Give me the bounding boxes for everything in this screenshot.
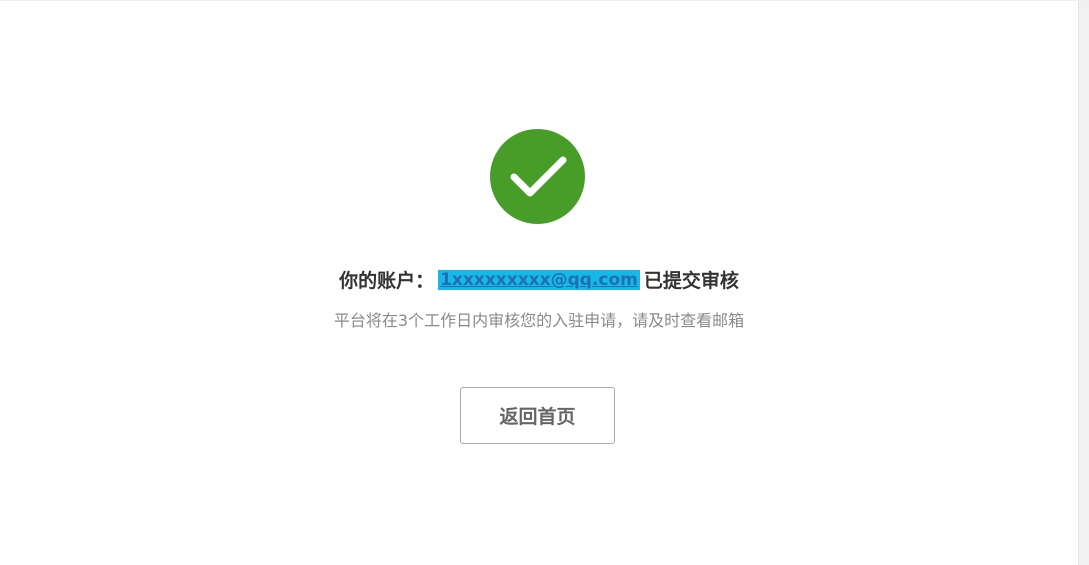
- review-notice: 平台将在3个工作日内审核您的入驻申请，请及时查看邮箱: [333, 311, 745, 330]
- checkmark-icon: [510, 156, 567, 197]
- submission-success-page: 你的账户： 1xxxxxxxxx@qq.com 已提交审核 平台将在3个工作日内审核…: [0, 0, 1089, 565]
- check-circle-icon: [490, 129, 585, 224]
- return-home-button[interactable]: 返回首页: [460, 387, 615, 444]
- headline-suffix: 已提交审核: [643, 270, 739, 292]
- submission-headline: 你的账户： 1xxxxxxxxx@qq.com 已提交审核: [0, 267, 1078, 295]
- headline-prefix: 你的账户：: [339, 270, 435, 292]
- scrollbar-track[interactable]: [1078, 1, 1089, 565]
- account-email: 1xxxxxxxxx@qq.com: [438, 270, 640, 290]
